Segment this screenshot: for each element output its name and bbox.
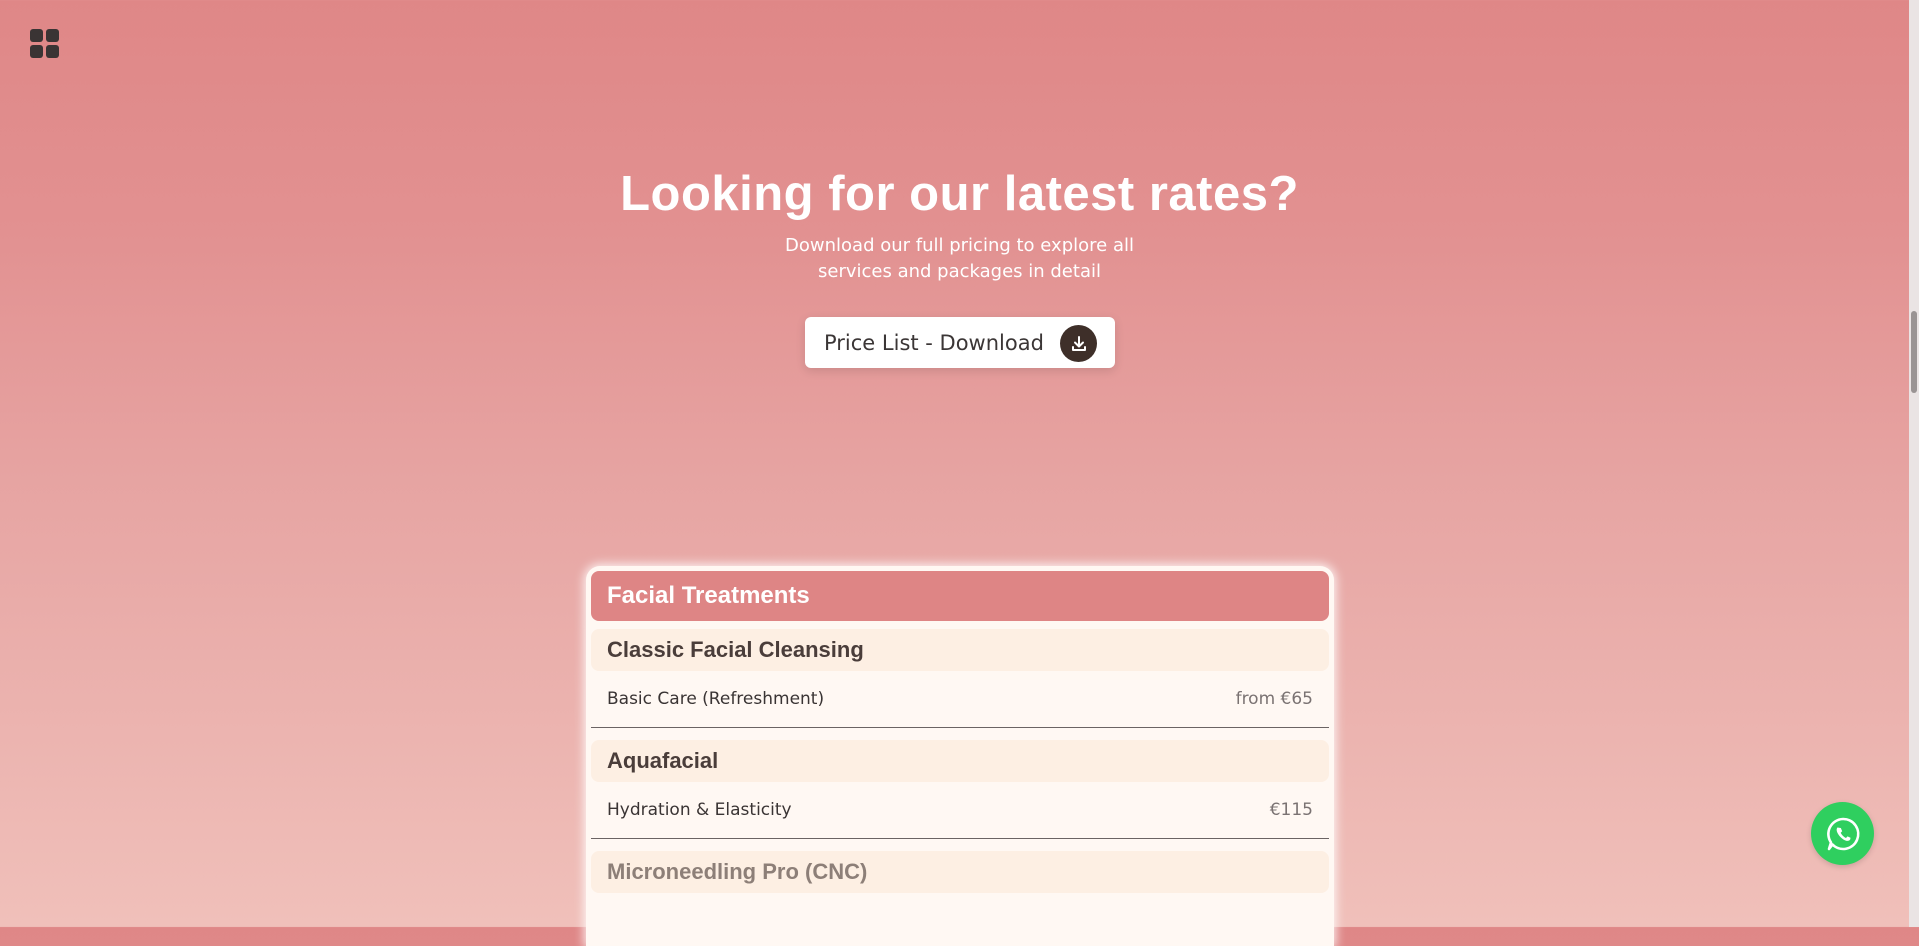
scrollbar[interactable] <box>1909 0 1919 927</box>
price-list-download-button[interactable]: Price List - Download <box>805 317 1115 368</box>
service-price: €115 <box>1269 800 1313 820</box>
scrollbar-thumb[interactable] <box>1911 311 1917 393</box>
download-button-label: Price List - Download <box>824 330 1044 355</box>
grid-menu-icon[interactable] <box>30 29 62 61</box>
grid-cell <box>30 45 43 58</box>
grid-cell <box>46 45 59 58</box>
grid-cell <box>46 29 59 42</box>
whatsapp-icon[interactable] <box>1811 802 1874 865</box>
hero-subtitle: Download our full pricing to explore all… <box>785 235 1134 282</box>
category-header: Facial Treatments <box>591 571 1329 621</box>
service-price: from €65 <box>1235 689 1313 709</box>
group-header: Classic Facial Cleansing <box>591 629 1329 671</box>
grid-cell <box>30 29 43 42</box>
service-name: Basic Care (Refreshment) <box>607 689 825 709</box>
group-header: Aquafacial <box>591 740 1329 782</box>
group-header: Microneedling Pro (CNC) <box>591 851 1329 893</box>
price-card: Facial Treatments Classic Facial Cleansi… <box>586 566 1334 946</box>
price-row: Hydration & Elasticity €115 <box>591 782 1329 839</box>
hero-title: Looking for our latest rates? <box>620 167 1299 221</box>
price-row: Basic Care (Refreshment) from €65 <box>591 671 1329 728</box>
download-icon <box>1060 325 1097 362</box>
service-name: Hydration & Elasticity <box>607 800 792 820</box>
